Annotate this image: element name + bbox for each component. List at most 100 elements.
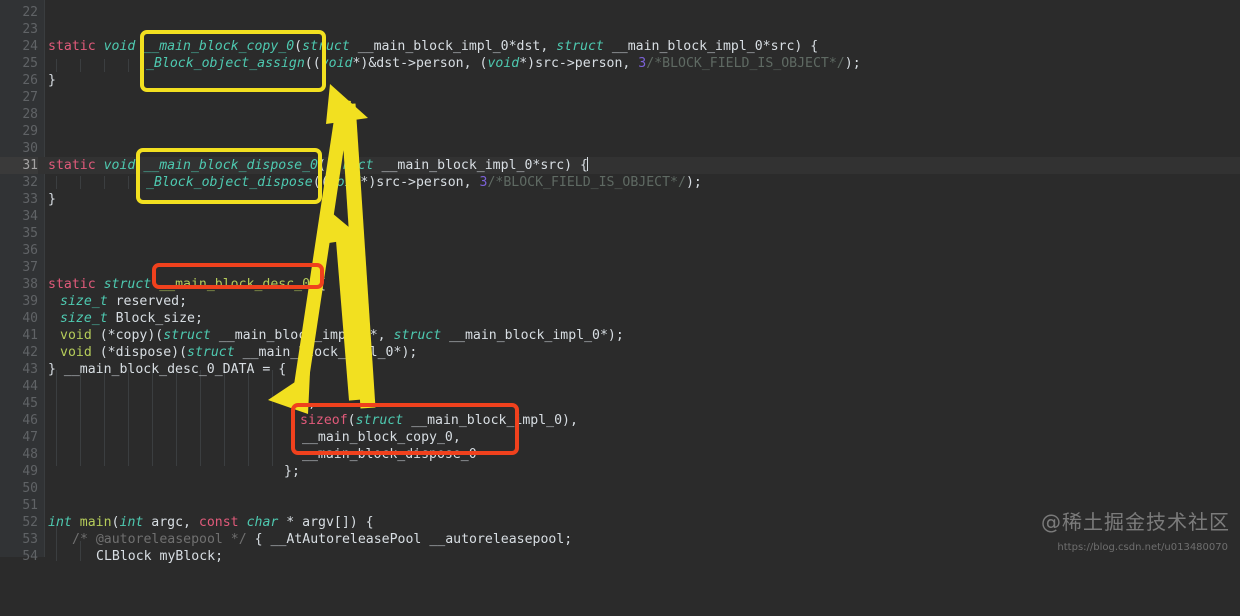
code-text: static struct __main_block_desc_0 { <box>48 277 326 292</box>
code-text: } <box>48 192 56 207</box>
token-zero: 0 <box>300 396 308 411</box>
code-row-50[interactable]: 50 <box>0 480 1240 497</box>
watermark-url: https://blog.csdn.net/u013480070 <box>1057 542 1228 553</box>
code-text: size_t Block_size; <box>60 311 203 326</box>
code-text: /* @autoreleasepool */ { __AtAutorelease… <box>72 532 573 547</box>
code-text: static void __main_block_copy_0(struct _… <box>48 39 819 54</box>
code-row-44[interactable]: 44 <box>0 378 1240 395</box>
token-dispose-fn: __main_block_dispose_0 <box>143 158 318 173</box>
token-struct: struct <box>355 413 404 428</box>
code-text: 0, <box>300 396 316 411</box>
code-row-22[interactable]: 22 <box>0 4 1240 21</box>
line-number: 41 <box>22 328 38 343</box>
code-row-37[interactable]: 37 <box>0 259 1240 276</box>
code-text: void (*copy)(struct __main_block_impl_0*… <box>60 328 624 343</box>
line-number: 46 <box>22 413 38 428</box>
token-comment-flag: /*BLOCK_FIELD_IS_OBJECT*/ <box>646 56 845 71</box>
token-block-object-assign: _Block_object_assign <box>146 56 305 71</box>
code-text: }; <box>284 464 300 479</box>
token-struct-2: struct <box>393 328 442 343</box>
token-desc-data: __main_block_desc_0_DATA <box>63 362 255 377</box>
line-number: 24 <box>22 39 38 54</box>
code-text: static void __main_block_dispose_0(struc… <box>48 157 588 173</box>
token-impl-struct-2: __main_block_impl_0 <box>611 39 763 54</box>
token-void-cast: void <box>328 175 361 190</box>
code-row-23[interactable]: 23 <box>0 21 1240 38</box>
token-static: static <box>48 158 96 173</box>
code-row-42[interactable]: 42 void (*dispose)(struct __main_block_i… <box>0 344 1240 361</box>
code-text: size_t reserved; <box>60 294 188 309</box>
token-struct: struct <box>163 328 211 343</box>
token-impl-struct-2: __main_block_impl_0 <box>449 328 600 343</box>
code-row-25[interactable]: 25 _Block_object_assign((void*)&dst->per… <box>0 55 1240 72</box>
code-row-24[interactable]: 24 static void __main_block_copy_0(struc… <box>0 38 1240 55</box>
token-struct: struct <box>325 158 374 173</box>
token-impl-struct: __main_block_impl_0 <box>218 328 370 343</box>
code-row-30[interactable]: 30 <box>0 140 1240 157</box>
code-row-36[interactable]: 36 <box>0 242 1240 259</box>
line-number: 31 <box>0 157 38 174</box>
line-number: 28 <box>22 107 38 122</box>
code-text: void (*dispose)(struct __main_block_impl… <box>60 345 418 360</box>
line-number: 39 <box>22 294 38 309</box>
token-struct: struct <box>103 277 152 292</box>
line-number: 53 <box>22 532 38 547</box>
code-row-48[interactable]: 48 __main_block_dispose_0 <box>0 446 1240 463</box>
line-number: 51 <box>22 498 38 513</box>
line-number: 43 <box>22 362 38 377</box>
code-row-33[interactable]: 33 } <box>0 191 1240 208</box>
token-impl-struct: __main_block_impl_0 <box>381 158 533 173</box>
token-void-cast: void <box>320 56 353 71</box>
code-row-47[interactable]: 47 __main_block_copy_0, <box>0 429 1240 446</box>
line-number: 48 <box>22 447 38 462</box>
code-lines[interactable]: 22 23 24 static void __main_block_copy_0… <box>0 4 1240 565</box>
token-void-return: void <box>60 328 92 343</box>
code-row-39[interactable]: 39 size_t reserved; <box>0 293 1240 310</box>
code-row-26[interactable]: 26 } <box>0 72 1240 89</box>
code-row-40[interactable]: 40 size_t Block_size; <box>0 310 1240 327</box>
code-row-27[interactable]: 27 <box>0 89 1240 106</box>
line-number: 23 <box>22 22 38 37</box>
token-copy-fn-ref: __main_block_copy_0 <box>302 430 453 445</box>
line-number: 27 <box>22 90 38 105</box>
token-autorelease-comment: /* @autoreleasepool */ <box>72 532 247 547</box>
code-row-49[interactable]: 49 }; <box>0 463 1240 480</box>
token-struct: struct <box>302 39 350 54</box>
line-number: 47 <box>22 430 38 445</box>
line-number: 26 <box>22 73 38 88</box>
code-text: _Block_object_assign((void*)&dst->person… <box>146 56 861 71</box>
code-row-31[interactable]: 31 static void __main_block_dispose_0(st… <box>0 157 1240 174</box>
line-number: 33 <box>22 192 38 207</box>
code-row-45[interactable]: 45 0, <box>0 395 1240 412</box>
code-row-38[interactable]: 38 static struct __main_block_desc_0 { <box>0 276 1240 293</box>
line-number: 35 <box>22 226 38 241</box>
code-editor[interactable]: 22 23 24 static void __main_block_copy_0… <box>0 0 1240 564</box>
code-row-41[interactable]: 41 void (*copy)(struct __main_block_impl… <box>0 327 1240 344</box>
code-row-34[interactable]: 34 <box>0 208 1240 225</box>
token-impl-struct: __main_block_impl_0 <box>411 413 563 428</box>
token-impl-struct: __main_block_impl_0 <box>242 345 394 360</box>
token-dispose-fn-ref: __main_block_dispose_0 <box>302 447 477 462</box>
line-number: 22 <box>22 5 38 20</box>
line-number: 40 <box>22 311 38 326</box>
token-autorelease-type: __AtAutoreleasePool <box>270 532 422 547</box>
line-number: 45 <box>22 396 38 411</box>
token-copy-fn: __main_block_copy_0 <box>143 39 295 54</box>
watermark-text: @稀土掘金技术社区 <box>1041 510 1230 534</box>
code-text: __main_block_copy_0, <box>302 430 461 445</box>
code-row-32[interactable]: 32 _Block_object_dispose((void*)src->per… <box>0 174 1240 191</box>
code-text: int main(int argc, const char * argv[]) … <box>48 515 374 530</box>
token-void: void <box>103 158 136 173</box>
code-row-46[interactable]: 46 sizeof(struct __main_block_impl_0), <box>0 412 1240 429</box>
token-void-cast-2: void <box>487 56 520 71</box>
code-text: _Block_object_dispose((void*)src->person… <box>146 175 702 190</box>
code-row-29[interactable]: 29 <box>0 123 1240 140</box>
code-row-43[interactable]: 43 } __main_block_desc_0_DATA = { <box>0 361 1240 378</box>
code-text: __main_block_dispose_0 <box>302 446 477 463</box>
token-int: int <box>48 515 72 530</box>
code-row-28[interactable]: 28 <box>0 106 1240 123</box>
token-desc-struct: __main_block_desc_0 <box>159 277 311 292</box>
line-number: 42 <box>22 345 38 360</box>
code-row-35[interactable]: 35 <box>0 225 1240 242</box>
line-number: 25 <box>22 56 38 71</box>
